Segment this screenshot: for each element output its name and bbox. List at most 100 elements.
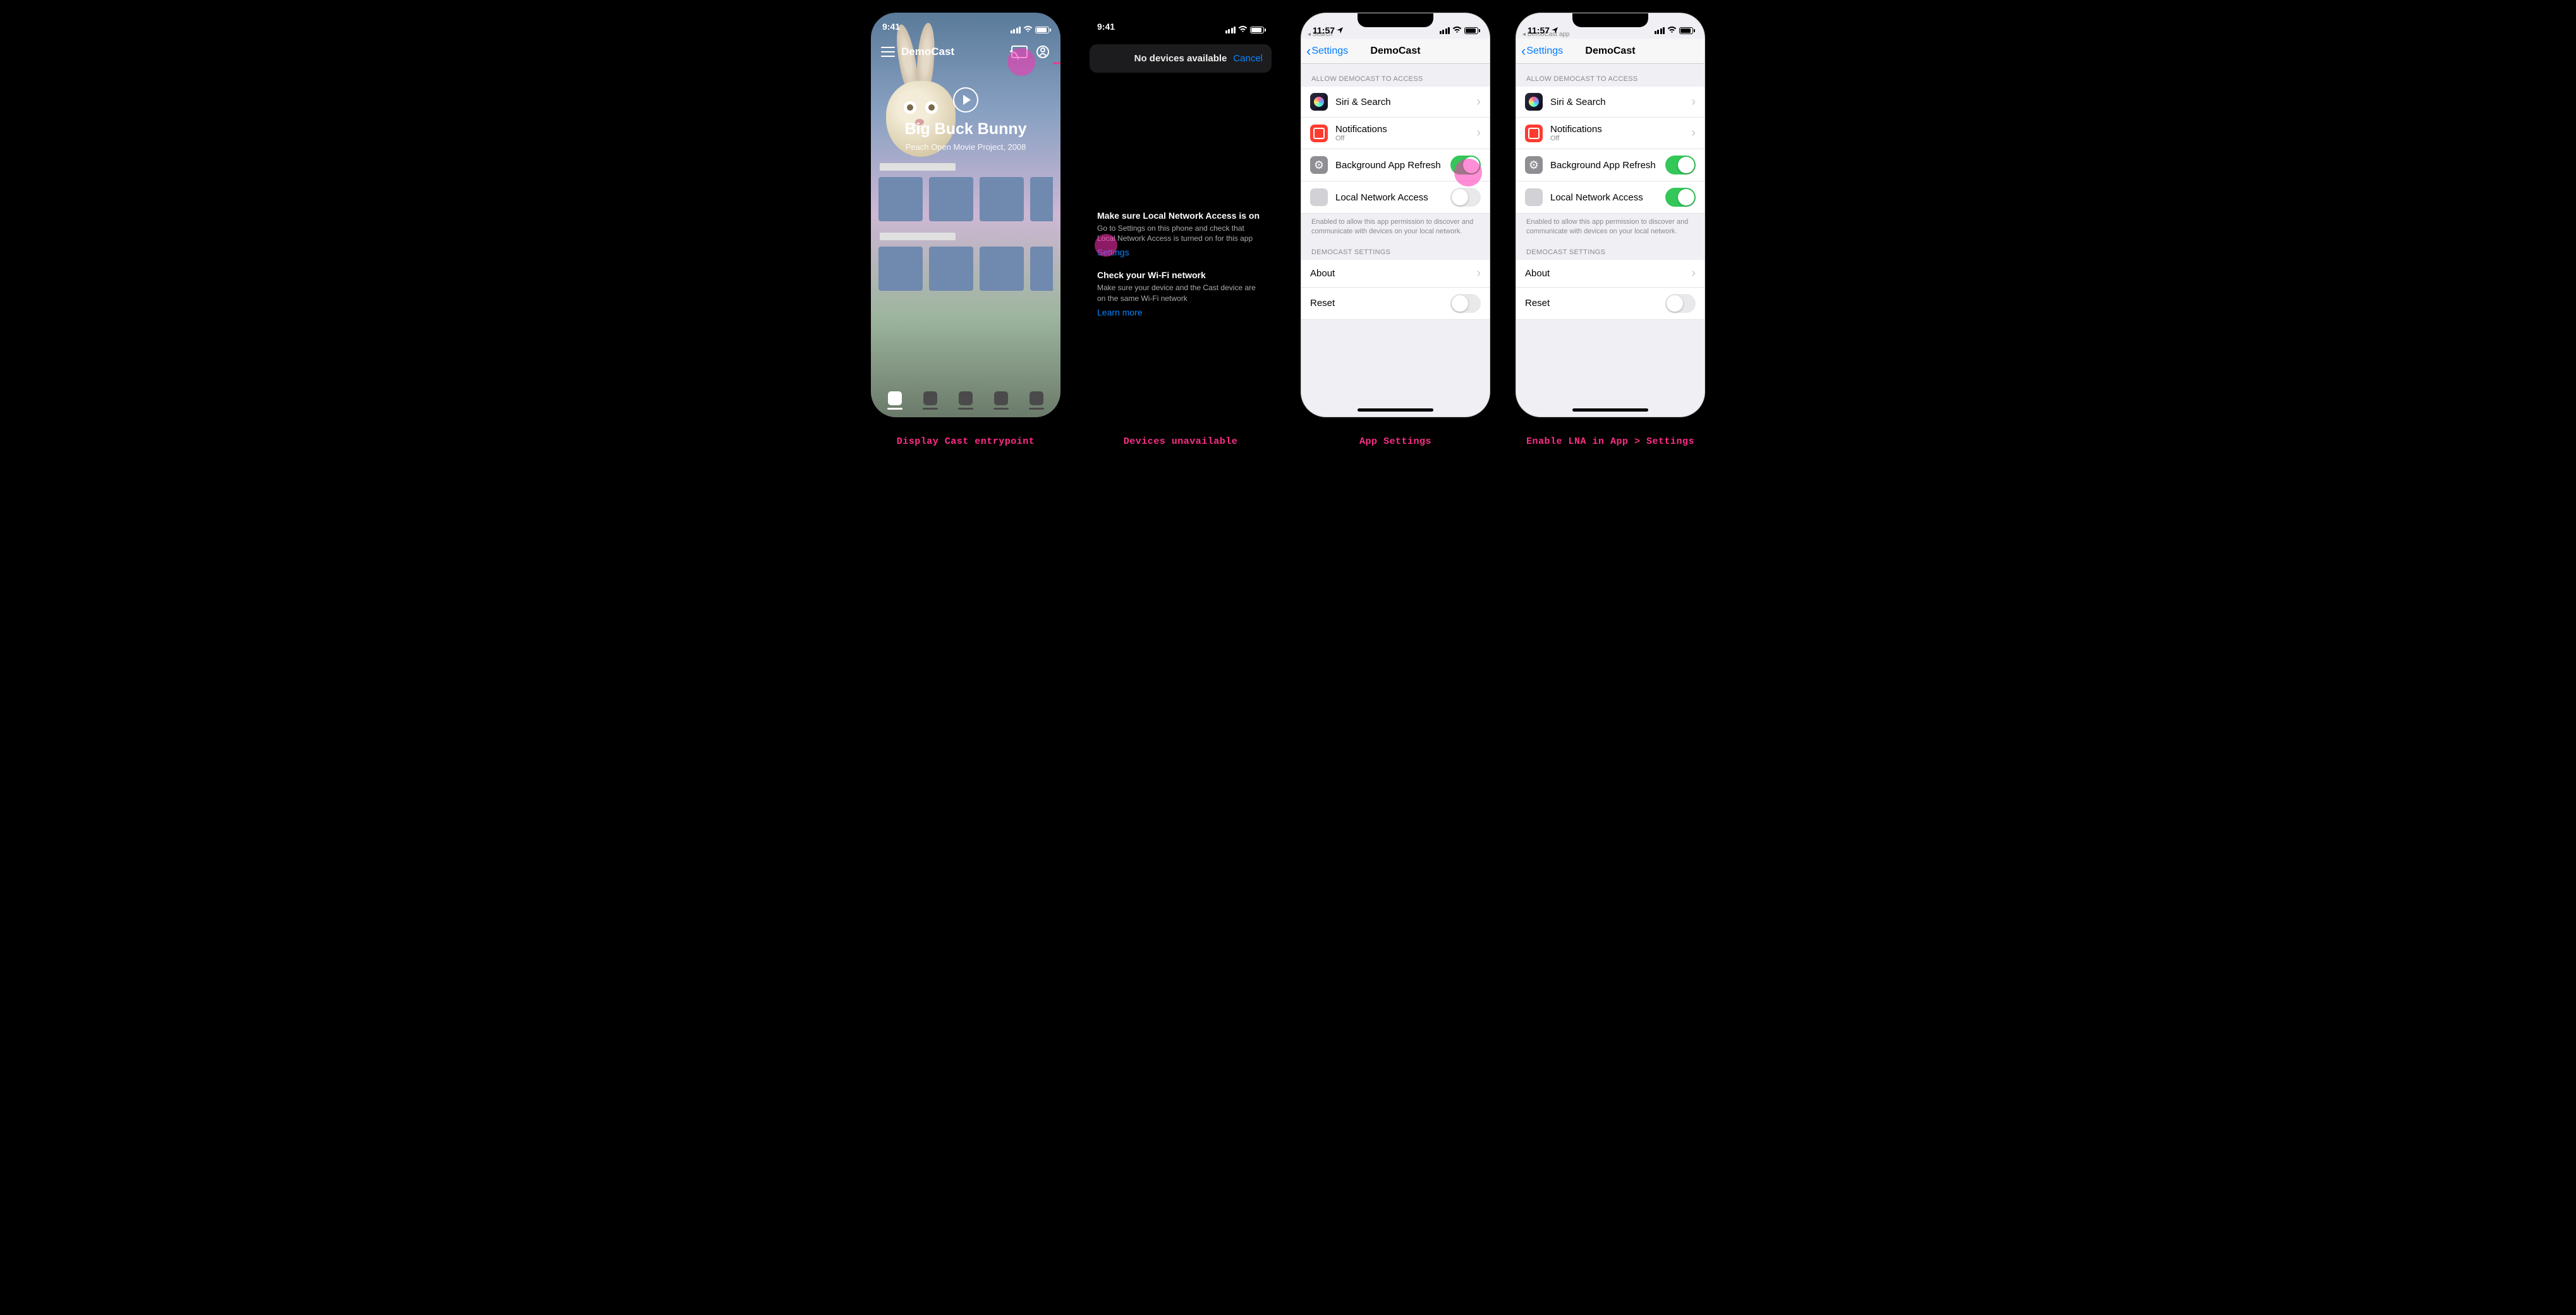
cast-icon[interactable] — [1011, 46, 1028, 58]
media-tile[interactable] — [929, 177, 973, 221]
app-nav-bar: DemoCast — [871, 38, 1060, 66]
shelf-label-placeholder — [880, 233, 956, 240]
phone-settings-after: 11:57 ◂ DemoCast app ‹ Settings — [1516, 13, 1705, 417]
cell-lna: Local Network Access — [1516, 181, 1704, 214]
chevron-right-icon: › — [1476, 266, 1481, 281]
toggle-lna[interactable] — [1665, 188, 1696, 207]
status-bar: 9:41 — [871, 13, 1060, 38]
cell-notifications[interactable]: Notifications Off › — [1301, 118, 1490, 149]
notifications-icon — [1310, 125, 1328, 142]
toggle-bg-refresh[interactable] — [1450, 156, 1481, 174]
signal-icon — [1225, 27, 1236, 34]
menu-icon[interactable] — [881, 47, 895, 57]
status-time: 11:57 — [1313, 25, 1335, 35]
info-heading-wifi: Check your Wi-Fi network — [1097, 270, 1264, 280]
tab-item[interactable] — [887, 391, 902, 410]
blank-icon — [1525, 188, 1543, 206]
hero-section: Big Buck Bunny Peach Open Movie Project,… — [871, 66, 1060, 152]
phone-settings-before: 11:57 ◂ Search ‹ Settings — [1301, 13, 1490, 417]
shelf-label-placeholder — [880, 163, 956, 171]
location-icon — [1337, 25, 1343, 35]
status-time: 11:57 — [1528, 25, 1550, 35]
settings-title: DemoCast — [1370, 46, 1420, 57]
toggle-reset[interactable] — [1665, 294, 1696, 313]
tab-item[interactable] — [1029, 391, 1044, 410]
learn-more-link[interactable]: Learn more — [1097, 307, 1143, 317]
cell-about[interactable]: About › — [1516, 260, 1704, 288]
location-icon — [1552, 25, 1558, 35]
toggle-bg-refresh[interactable] — [1665, 156, 1696, 174]
home-indicator[interactable] — [1358, 408, 1433, 412]
profile-icon[interactable] — [1036, 46, 1050, 58]
blank-icon — [1310, 188, 1328, 206]
chevron-right-icon: › — [1691, 95, 1696, 109]
tab-item[interactable] — [923, 391, 938, 410]
settings-title: DemoCast — [1585, 46, 1635, 57]
signal-icon — [1011, 27, 1021, 34]
tab-bar — [871, 381, 1060, 417]
siri-icon — [1525, 93, 1543, 111]
devices-sheet: No devices available Cancel — [1090, 44, 1272, 73]
caption: Devices unavailable — [1124, 436, 1238, 447]
caption: Enable LNA in App > Settings — [1526, 436, 1694, 447]
caption: Display Cast entrypoint — [897, 436, 1035, 447]
notifications-icon — [1525, 125, 1543, 142]
cell-about[interactable]: About › — [1301, 260, 1490, 288]
media-tile[interactable] — [878, 177, 923, 221]
caption: App Settings — [1359, 436, 1431, 447]
toggle-lna[interactable] — [1450, 188, 1481, 207]
chevron-right-icon: › — [1476, 95, 1481, 109]
cell-lna: Local Network Access — [1301, 181, 1490, 214]
back-button[interactable]: ‹ Settings — [1521, 46, 1563, 57]
back-button[interactable]: ‹ Settings — [1306, 46, 1348, 57]
info-text-wifi: Make sure your device and the Cast devic… — [1097, 283, 1264, 303]
phone-no-devices: 9:41 No devices available Cancel Make su… — [1086, 13, 1275, 417]
media-tile[interactable] — [980, 247, 1024, 291]
chevron-right-icon: › — [1691, 126, 1696, 140]
media-tile[interactable] — [929, 247, 973, 291]
settings-nav-bar: ‹ Settings DemoCast — [1516, 39, 1704, 64]
gear-icon — [1310, 156, 1328, 174]
section-header-app: DEMOCAST SETTINGS — [1516, 237, 1704, 260]
gear-icon — [1525, 156, 1543, 174]
signal-icon — [1440, 27, 1450, 34]
wifi-icon — [1667, 26, 1677, 35]
home-indicator[interactable] — [1572, 408, 1648, 412]
section-header-access: ALLOW DEMOCAST TO ACCESS — [1301, 64, 1490, 87]
tab-item[interactable] — [993, 391, 1009, 410]
play-button[interactable] — [953, 87, 978, 113]
tab-item[interactable] — [958, 391, 973, 410]
cell-siri[interactable]: Siri & Search › — [1301, 87, 1490, 118]
cell-bg-refresh: Background App Refresh — [1516, 149, 1704, 181]
troubleshoot-info: Make sure Local Network Access is on Go … — [1086, 211, 1275, 319]
status-bar: 9:41 — [1086, 13, 1275, 38]
shelf-2 — [871, 221, 1060, 291]
battery-icon — [1035, 27, 1049, 34]
media-tile[interactable] — [1030, 247, 1053, 291]
status-time: 9:41 — [1097, 21, 1115, 38]
info-text-lna: Go to Settings on this phone and check t… — [1097, 223, 1264, 243]
media-tile[interactable] — [980, 177, 1024, 221]
cell-reset: Reset — [1516, 288, 1704, 320]
cell-bg-refresh: Background App Refresh — [1301, 149, 1490, 181]
hero-title: Big Buck Bunny — [881, 120, 1050, 138]
battery-icon — [1464, 27, 1478, 34]
sheet-title: No devices available — [1134, 53, 1227, 64]
wifi-icon — [1023, 25, 1033, 35]
toggle-reset[interactable] — [1450, 294, 1481, 313]
cancel-button[interactable]: Cancel — [1233, 53, 1263, 64]
media-tile[interactable] — [878, 247, 923, 291]
settings-link[interactable]: Settings — [1097, 247, 1129, 257]
wifi-icon — [1452, 26, 1462, 35]
media-tile[interactable] — [1030, 177, 1053, 221]
lna-footer-note: Enabled to allow this app permission to … — [1301, 214, 1490, 237]
lna-footer-note: Enabled to allow this app permission to … — [1516, 214, 1704, 237]
battery-icon — [1679, 27, 1693, 34]
cell-notifications[interactable]: Notifications Off › — [1516, 118, 1704, 149]
phone-app-home: 9:41 DemoCast — [871, 13, 1060, 417]
chevron-right-icon: › — [1691, 266, 1696, 281]
signal-icon — [1655, 27, 1665, 34]
section-header-app: DEMOCAST SETTINGS — [1301, 237, 1490, 260]
cell-siri[interactable]: Siri & Search › — [1516, 87, 1704, 118]
siri-icon — [1310, 93, 1328, 111]
